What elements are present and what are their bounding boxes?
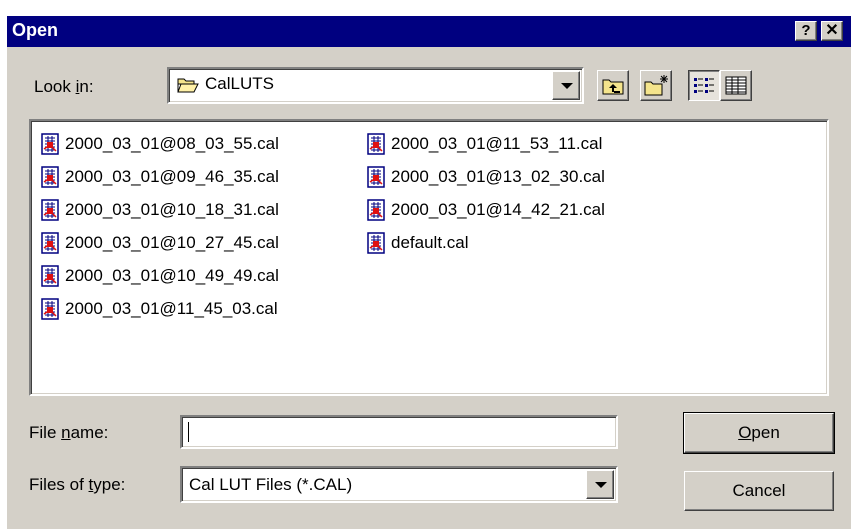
list-view-icon	[694, 78, 714, 93]
cal-file-icon	[367, 231, 385, 254]
file-item[interactable]: 2000_03_01@10_49_49.cal	[41, 259, 279, 292]
file-name-input[interactable]	[180, 415, 618, 449]
look-in-label: Look in:	[34, 77, 94, 96]
file-type-label: Files of type:	[29, 475, 126, 494]
file-name-text: 2000_03_01@10_49_49.cal	[65, 265, 279, 285]
cal-file-icon	[41, 231, 59, 254]
file-name-text: 2000_03_01@10_27_45.cal	[65, 232, 279, 252]
file-item[interactable]: 2000_03_01@10_18_31.cal	[41, 193, 279, 226]
file-list[interactable]: 2000_03_01@08_03_55.cal 2000_03_01@09_46_…	[29, 119, 829, 396]
cancel-button[interactable]: Cancel	[684, 471, 834, 511]
file-item[interactable]: 2000_03_01@14_42_21.cal	[367, 193, 605, 226]
file-name-text: 2000_03_01@13_02_30.cal	[391, 166, 605, 186]
file-column-2: 2000_03_01@11_53_11.cal 2000_03_01@13_02_…	[367, 127, 605, 259]
file-name-text: 2000_03_01@09_46_35.cal	[65, 166, 279, 186]
details-view-button[interactable]	[720, 70, 752, 101]
file-column-1: 2000_03_01@08_03_55.cal 2000_03_01@09_46_…	[41, 127, 279, 325]
file-item[interactable]: 2000_03_01@10_27_45.cal	[41, 226, 279, 259]
cal-file-icon	[41, 297, 59, 320]
cal-file-icon	[41, 165, 59, 188]
file-type-dropdown-button[interactable]	[586, 470, 614, 499]
look-in-value: CalLUTS	[205, 74, 274, 93]
file-item[interactable]: 2000_03_01@08_03_55.cal	[41, 127, 279, 160]
up-one-level-icon	[602, 79, 624, 95]
file-name-text: 2000_03_01@14_42_21.cal	[391, 199, 605, 219]
file-item[interactable]: 2000_03_01@09_46_35.cal	[41, 160, 279, 193]
cal-file-icon	[41, 264, 59, 287]
file-type-value: Cal LUT Files (*.CAL)	[189, 475, 353, 494]
folder-open-icon	[177, 78, 199, 93]
file-item[interactable]: 2000_03_01@11_45_03.cal	[41, 292, 279, 325]
cal-file-icon	[367, 198, 385, 221]
file-name-label: File name:	[29, 423, 109, 442]
file-type-combo[interactable]: Cal LUT Files (*.CAL)	[180, 466, 618, 503]
chevron-down-icon	[561, 83, 573, 89]
file-name-text: 2000_03_01@08_03_55.cal	[65, 133, 279, 153]
new-folder-icon	[644, 75, 668, 96]
window-title: Open	[12, 20, 59, 40]
cal-file-icon	[367, 165, 385, 188]
details-view-icon	[725, 76, 747, 95]
title-bar[interactable]: Open ? ✕	[7, 16, 851, 47]
file-item[interactable]: default.cal	[367, 226, 605, 259]
help-button[interactable]: ?	[795, 21, 817, 41]
up-one-level-button[interactable]	[597, 70, 629, 101]
chevron-down-icon	[595, 482, 607, 488]
cal-file-icon	[41, 132, 59, 155]
file-name-text: 2000_03_01@11_45_03.cal	[65, 298, 278, 318]
look-in-combo[interactable]: CalLUTS	[167, 67, 584, 104]
file-name-text: 2000_03_01@11_53_11.cal	[391, 133, 603, 153]
open-button[interactable]: Open	[683, 412, 835, 454]
file-name-text: 2000_03_01@10_18_31.cal	[65, 199, 279, 219]
look-in-dropdown-button[interactable]	[552, 71, 580, 100]
cal-file-icon	[367, 132, 385, 155]
file-item[interactable]: 2000_03_01@13_02_30.cal	[367, 160, 605, 193]
close-button[interactable]: ✕	[821, 21, 843, 41]
file-name-text: default.cal	[391, 232, 469, 252]
file-item[interactable]: 2000_03_01@11_53_11.cal	[367, 127, 605, 160]
text-cursor	[188, 422, 189, 442]
cal-file-icon	[41, 198, 59, 221]
open-dialog: Open ? ✕ Look in: CalLUTS 2000_03_01@08_…	[5, 14, 851, 529]
list-view-button[interactable]	[688, 70, 720, 101]
create-new-folder-button[interactable]	[640, 70, 672, 101]
